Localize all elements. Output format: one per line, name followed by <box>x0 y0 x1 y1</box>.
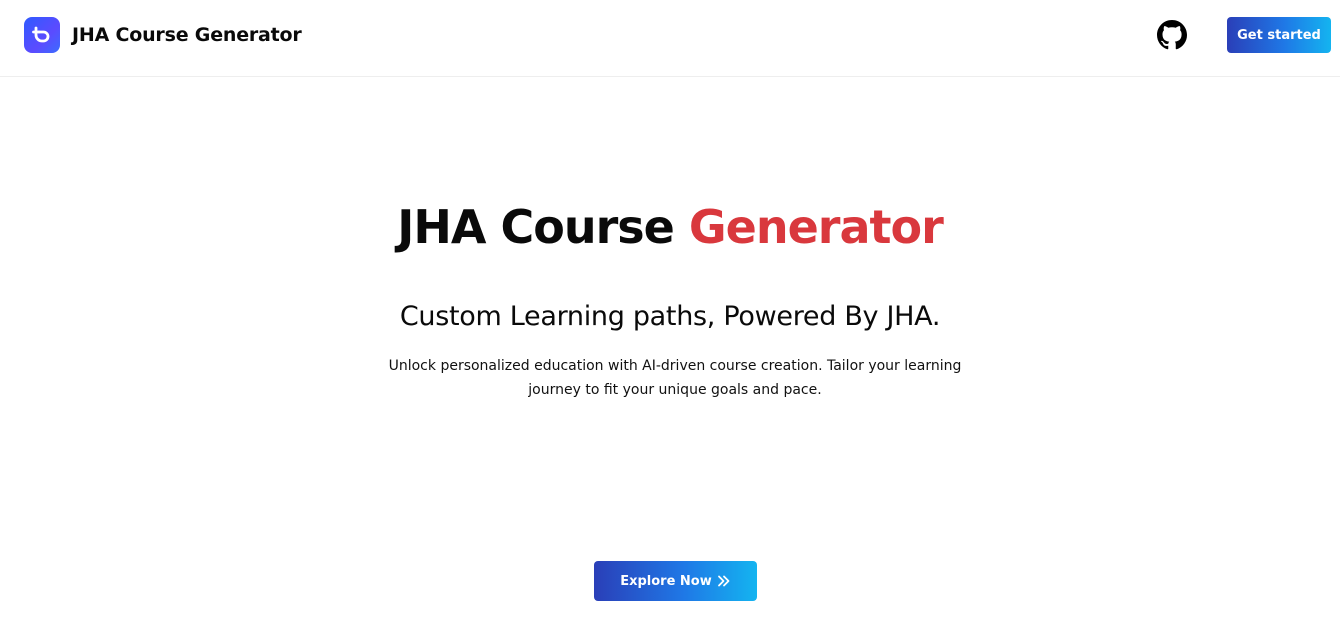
top-header: JHA Course Generator Get started <box>0 0 1340 77</box>
hero-title: JHA Course Generator <box>0 200 1340 254</box>
github-icon[interactable] <box>1157 20 1187 50</box>
logo-icon <box>24 17 60 53</box>
brand-name: JHA Course Generator <box>72 24 302 46</box>
hero-subtitle: Custom Learning paths, Powered By JHA. <box>399 301 941 332</box>
explore-now-button[interactable]: Explore Now <box>594 561 757 601</box>
explore-now-label: Explore Now <box>620 573 712 589</box>
brand[interactable]: JHA Course Generator <box>24 17 302 53</box>
hero-title-main: JHA Course <box>397 200 675 254</box>
hero-description: Unlock personalized education with AI-dr… <box>388 358 962 398</box>
hero-title-accent: Generator <box>688 200 944 254</box>
get-started-button[interactable]: Get started <box>1227 17 1331 53</box>
double-chevron-right-icon <box>717 574 731 588</box>
